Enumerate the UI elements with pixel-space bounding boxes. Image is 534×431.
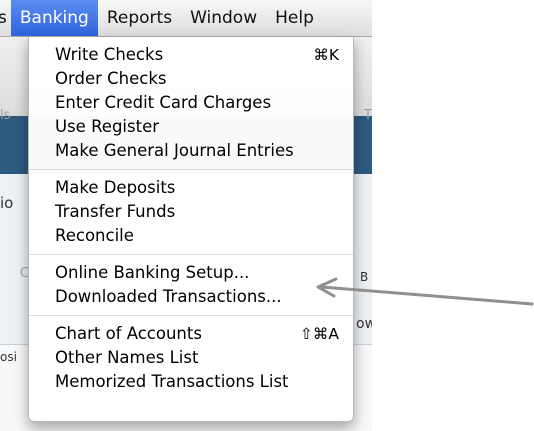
annotation-arrow-icon [316,277,534,306]
